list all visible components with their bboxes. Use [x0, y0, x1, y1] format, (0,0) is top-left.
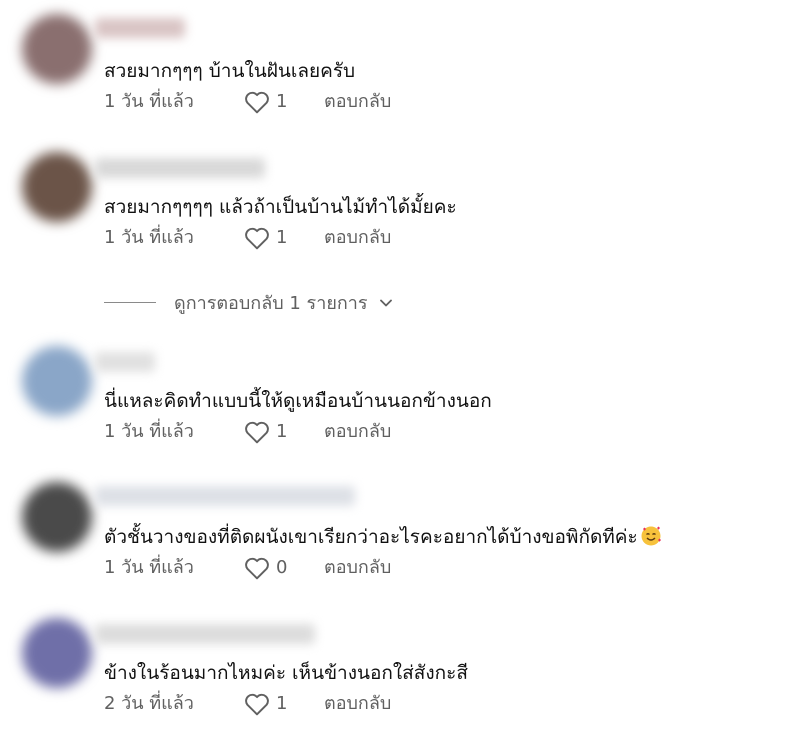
comment-text-content: ตัวชั้นวางของที่ติดผนังเขาเรียกว่าอะไรคะ… — [104, 526, 638, 548]
comment-meta: 1 วัน ที่แล้ว 1 ตอบกลับ — [104, 420, 391, 444]
comment-time: 1 วัน ที่แล้ว — [104, 227, 194, 248]
avatar[interactable] — [22, 14, 92, 84]
avatar[interactable] — [22, 482, 92, 552]
author-name-blurred[interactable] — [95, 352, 155, 372]
comment-meta: 2 วัน ที่แล้ว 1 ตอบกลับ — [104, 692, 391, 716]
comment-text: สวยมากๆๆๆ บ้านในฝันเลยครับ — [104, 60, 356, 82]
smiling-face-with-hearts-icon — [641, 526, 661, 546]
comment-time: 1 วัน ที่แล้ว — [104, 557, 194, 578]
reply-button[interactable]: ตอบกลับ — [324, 692, 391, 716]
like-button[interactable]: 0 — [244, 556, 324, 580]
avatar[interactable] — [22, 618, 92, 688]
reply-button[interactable]: ตอบกลับ — [324, 556, 391, 580]
author-name-blurred[interactable] — [95, 624, 315, 644]
author-name-blurred[interactable] — [95, 486, 355, 506]
view-replies-button[interactable]: ดูการตอบกลับ 1 รายการ — [104, 288, 394, 317]
comment-time: 1 วัน ที่แล้ว — [104, 421, 194, 442]
divider-line — [104, 302, 156, 303]
avatar[interactable] — [22, 346, 92, 416]
view-replies-label: ดูการตอบกลับ 1 รายการ — [174, 293, 368, 314]
comment-text: นี่แหละคิดทำแบบนี้ให้ดูเหมือนบ้านนอกข้าง… — [104, 390, 492, 412]
like-count: 1 — [276, 91, 288, 112]
comment-1: สวยมากๆๆๆ บ้านในฝันเลยครับ 1 วัน ที่แล้ว… — [0, 0, 795, 120]
comment-time: 1 วัน ที่แล้ว — [104, 91, 194, 112]
author-name-blurred[interactable] — [95, 158, 265, 178]
comment-3: นี่แหละคิดทำแบบนี้ให้ดูเหมือนบ้านนอกข้าง… — [0, 330, 795, 450]
like-button[interactable]: 1 — [244, 420, 324, 444]
comment-meta: 1 วัน ที่แล้ว 1 ตอบกลับ — [104, 226, 391, 250]
heart-icon — [245, 91, 269, 114]
like-count: 1 — [276, 421, 288, 442]
like-button[interactable]: 1 — [244, 226, 324, 250]
heart-icon — [245, 227, 269, 250]
comment-text: สวยมากๆๆๆๆ แล้วถ้าเป็นบ้านไม้ทำได้มั้ยคะ — [104, 196, 457, 218]
comment-4: ตัวชั้นวางของที่ติดผนังเขาเรียกว่าอะไรคะ… — [0, 466, 795, 586]
heart-icon — [245, 557, 269, 580]
heart-icon — [245, 421, 269, 444]
comment-time: 2 วัน ที่แล้ว — [104, 693, 194, 714]
reply-button[interactable]: ตอบกลับ — [324, 420, 391, 444]
comment-5: ข้างในร้อนมากไหมค่ะ เห็นข้างนอกใส่สังกะส… — [0, 602, 795, 722]
heart-icon — [245, 693, 269, 716]
comment-text: ตัวชั้นวางของที่ติดผนังเขาเรียกว่าอะไรคะ… — [104, 524, 662, 550]
like-button[interactable]: 1 — [244, 692, 324, 716]
comment-text: ข้างในร้อนมากไหมค่ะ เห็นข้างนอกใส่สังกะส… — [104, 662, 468, 684]
comment-meta: 1 วัน ที่แล้ว 0 ตอบกลับ — [104, 556, 391, 580]
chevron-down-icon — [379, 299, 392, 306]
author-name-blurred[interactable] — [95, 18, 185, 38]
comment-meta: 1 วัน ที่แล้ว 1 ตอบกลับ — [104, 90, 391, 114]
like-button[interactable]: 1 — [244, 90, 324, 114]
avatar[interactable] — [22, 152, 92, 222]
comment-2: สวยมากๆๆๆๆ แล้วถ้าเป็นบ้านไม้ทำได้มั้ยคะ… — [0, 136, 795, 256]
reply-button[interactable]: ตอบกลับ — [324, 90, 391, 114]
like-count: 0 — [276, 557, 288, 578]
like-count: 1 — [276, 693, 288, 714]
like-count: 1 — [276, 227, 288, 248]
reply-button[interactable]: ตอบกลับ — [324, 226, 391, 250]
